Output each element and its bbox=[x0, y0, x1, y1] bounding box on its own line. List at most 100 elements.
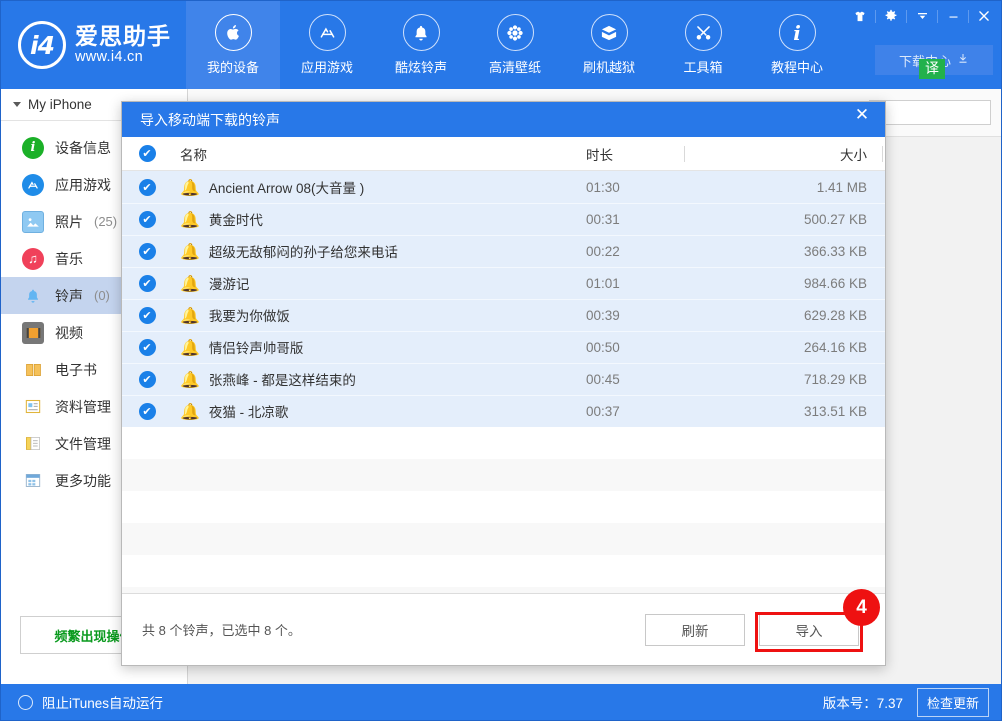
empty-row bbox=[122, 427, 885, 459]
block-itunes-label: 阻止iTunes自动运行 bbox=[42, 692, 163, 712]
bell-icon bbox=[22, 285, 44, 307]
dialog-title-bar: 导入移动端下载的铃声 ✕ bbox=[122, 102, 885, 137]
table-row[interactable]: ✔ 🔔 黄金时代 00:31 500.27 KB bbox=[122, 203, 885, 235]
table-row[interactable]: ✔ 🔔张燕峰 - 都是这样结束的 00:45 718.29 KB bbox=[122, 363, 885, 395]
ringtone-size: 984.66 KB bbox=[762, 276, 885, 291]
check-icon: ✔ bbox=[139, 339, 156, 356]
ringtone-size: 313.51 KB bbox=[762, 404, 885, 419]
check-icon: ✔ bbox=[139, 307, 156, 324]
sidebar-item-label: 文件管理 bbox=[55, 434, 111, 454]
check-icon: ✔ bbox=[139, 275, 156, 292]
check-icon: ✔ bbox=[139, 145, 156, 162]
nav-item-toolbox[interactable]: 工具箱 bbox=[656, 1, 750, 89]
data-manage-icon bbox=[22, 396, 44, 418]
select-all-checkbox[interactable]: ✔ bbox=[122, 145, 172, 162]
row-name-cell: 🔔Ancient Arrow 08(大音量 ) bbox=[172, 177, 564, 198]
nav-item-ringtones[interactable]: 酷炫铃声 bbox=[374, 1, 468, 89]
block-itunes-toggle[interactable]: 阻止iTunes自动运行 bbox=[1, 692, 163, 712]
ringtone-size: 264.16 KB bbox=[762, 340, 885, 355]
logo-circle-icon: i4 bbox=[18, 21, 66, 69]
row-name-cell: 🔔夜猫 - 北凉歌 bbox=[172, 401, 564, 422]
column-header-name[interactable]: 名称 bbox=[172, 144, 564, 164]
bell-icon: 🔔 bbox=[180, 212, 200, 229]
bell-icon: 🔔 bbox=[180, 276, 200, 293]
step-number-badge: 4 bbox=[843, 589, 880, 626]
column-header-duration[interactable]: 时长 bbox=[564, 144, 762, 164]
file-manage-icon bbox=[22, 433, 44, 455]
nav-item-my-device[interactable]: 我的设备 bbox=[186, 1, 280, 89]
logo-mark: i4 bbox=[30, 33, 54, 58]
sidebar-item-label: 应用游戏 bbox=[55, 175, 111, 195]
bell-icon: 🔔 bbox=[180, 308, 200, 325]
nav-label: 我的设备 bbox=[207, 57, 259, 76]
table-row[interactable]: ✔ 🔔Ancient Arrow 08(大音量 ) 01:30 1.41 MB bbox=[122, 171, 885, 203]
table-row[interactable]: ✔ 🔔超级无敌郁闷的孙子给您来电话 00:22 366.33 KB bbox=[122, 235, 885, 267]
empty-row bbox=[122, 555, 885, 587]
ringtone-duration: 00:31 bbox=[564, 212, 762, 227]
nav-label: 刷机越狱 bbox=[583, 57, 635, 76]
close-icon[interactable]: ✕ bbox=[851, 104, 873, 126]
import-button[interactable]: 导入 bbox=[759, 614, 859, 646]
ringtone-size: 366.33 KB bbox=[762, 244, 885, 259]
chevron-down-icon[interactable] bbox=[909, 5, 935, 27]
search-box[interactable] bbox=[869, 100, 991, 125]
caret-down-icon bbox=[13, 102, 21, 107]
ringtone-name: 我要为你做饭 bbox=[209, 309, 290, 324]
row-checkbox[interactable]: ✔ bbox=[122, 243, 172, 260]
row-checkbox[interactable]: ✔ bbox=[122, 211, 172, 228]
row-checkbox[interactable]: ✔ bbox=[122, 403, 172, 420]
column-divider bbox=[684, 146, 685, 162]
row-checkbox[interactable]: ✔ bbox=[122, 371, 172, 388]
app-header: i4 爱思助手 www.i4.cn 我的设备 应用游戏 bbox=[1, 1, 1002, 89]
table-row[interactable]: ✔ 🔔漫游记 01:01 984.66 KB bbox=[122, 267, 885, 299]
bell-icon: 🔔 bbox=[180, 244, 200, 261]
sidebar-item-label: 电子书 bbox=[55, 360, 97, 380]
translate-badge[interactable]: 译 bbox=[919, 59, 945, 79]
check-update-button[interactable]: 检查更新 bbox=[917, 688, 989, 717]
ringtone-size: 500.27 KB bbox=[762, 212, 885, 227]
ringtone-name: Ancient Arrow 08(大音量 ) bbox=[209, 181, 364, 196]
nav-item-apps-games[interactable]: 应用游戏 bbox=[280, 1, 374, 89]
row-checkbox[interactable]: ✔ bbox=[122, 307, 172, 324]
ringtone-duration: 00:22 bbox=[564, 244, 762, 259]
version-label: 版本号：7.37 bbox=[823, 692, 903, 712]
minimize-icon[interactable] bbox=[940, 5, 966, 27]
ringtone-name: 黄金时代 bbox=[209, 213, 263, 228]
window-controls bbox=[847, 5, 997, 27]
sidebar-item-label: 照片 bbox=[55, 212, 83, 232]
nav-item-flash-jailbreak[interactable]: 刷机越狱 bbox=[562, 1, 656, 89]
bell-icon: 🔔 bbox=[180, 340, 200, 357]
nav-label: 教程中心 bbox=[771, 57, 823, 76]
bell-icon bbox=[403, 14, 440, 51]
app-logo: i4 爱思助手 www.i4.cn bbox=[1, 1, 186, 89]
row-checkbox[interactable]: ✔ bbox=[122, 275, 172, 292]
app-window: i4 爱思助手 www.i4.cn 我的设备 应用游戏 bbox=[0, 0, 1002, 721]
logo-text: 爱思助手 www.i4.cn bbox=[75, 24, 171, 65]
row-checkbox[interactable]: ✔ bbox=[122, 179, 172, 196]
appstore-icon bbox=[309, 14, 346, 51]
search-input[interactable] bbox=[876, 106, 1002, 120]
ringtone-list[interactable]: ✔ 🔔Ancient Arrow 08(大音量 ) 01:30 1.41 MB … bbox=[122, 171, 885, 593]
ringtone-duration: 00:37 bbox=[564, 404, 762, 419]
nav-item-wallpapers[interactable]: 高清壁纸 bbox=[468, 1, 562, 89]
sidebar-item-label: 更多功能 bbox=[55, 471, 111, 491]
refresh-button[interactable]: 刷新 bbox=[645, 614, 745, 646]
row-checkbox[interactable]: ✔ bbox=[122, 339, 172, 356]
ringtone-size: 629.28 KB bbox=[762, 308, 885, 323]
table-row[interactable]: ✔ 🔔夜猫 - 北凉歌 00:37 313.51 KB bbox=[122, 395, 885, 427]
dialog-footer: 共 8 个铃声，已选中 8 个。 刷新 导入 4 bbox=[122, 593, 885, 665]
music-icon: ♫ bbox=[22, 248, 44, 270]
nav-item-tutorials[interactable]: i 教程中心 bbox=[750, 1, 844, 89]
nav-label: 酷炫铃声 bbox=[395, 57, 447, 76]
close-icon[interactable] bbox=[971, 5, 997, 27]
table-row[interactable]: ✔ 🔔情侣铃声帅哥版 00:50 264.16 KB bbox=[122, 331, 885, 363]
gear-icon[interactable] bbox=[878, 5, 904, 27]
table-row[interactable]: ✔ 🔔我要为你做饭 00:39 629.28 KB bbox=[122, 299, 885, 331]
check-icon: ✔ bbox=[139, 243, 156, 260]
bell-icon: 🔔 bbox=[180, 372, 200, 389]
column-header-size[interactable]: 大小 bbox=[762, 144, 885, 164]
column-divider bbox=[882, 146, 883, 162]
skin-icon[interactable] bbox=[847, 5, 873, 27]
divider bbox=[906, 10, 907, 23]
row-name-cell: 🔔情侣铃声帅哥版 bbox=[172, 337, 564, 358]
